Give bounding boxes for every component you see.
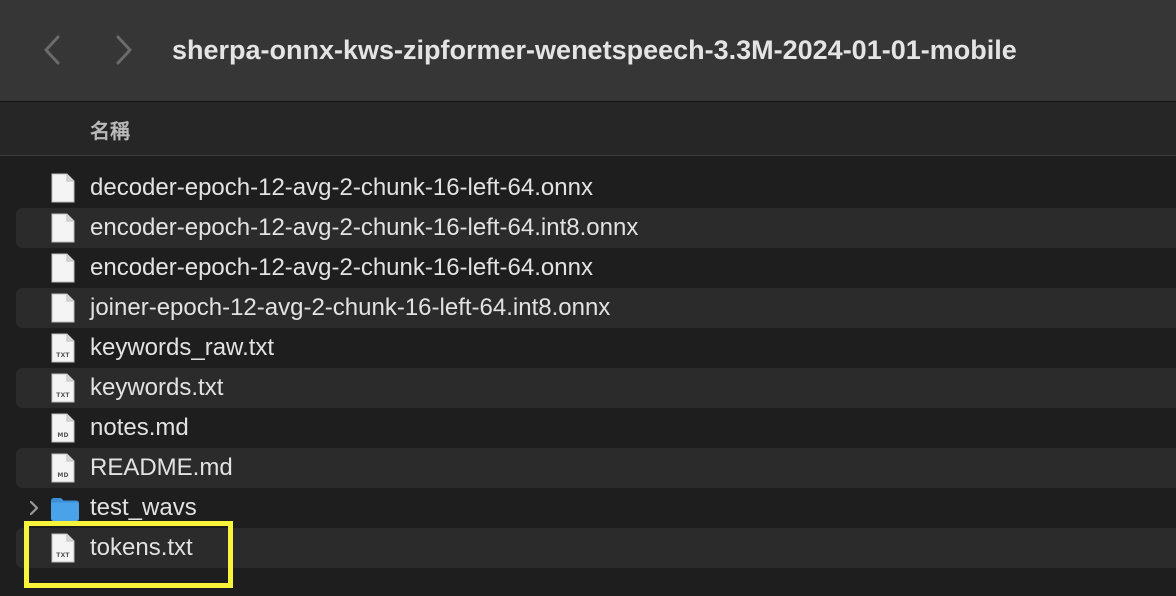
document-icon xyxy=(50,173,76,203)
file-row[interactable]: TXT tokens.txt xyxy=(16,528,1176,568)
file-name: README.md xyxy=(90,454,233,481)
window-title: sherpa-onnx-kws-zipformer-wenetspeech-3.… xyxy=(172,35,1017,65)
file-row[interactable]: MD notes.md xyxy=(16,408,1176,448)
document-icon: TXT xyxy=(50,533,76,563)
file-row[interactable]: MD README.md xyxy=(16,448,1176,488)
document-icon xyxy=(50,293,76,323)
file-row[interactable]: decoder-epoch-12-avg-2-chunk-16-left-64.… xyxy=(16,168,1176,208)
file-row[interactable]: TXT keywords.txt xyxy=(16,368,1176,408)
back-button[interactable] xyxy=(32,28,72,72)
document-icon xyxy=(50,213,76,243)
file-list: decoder-epoch-12-avg-2-chunk-16-left-64.… xyxy=(0,168,1176,568)
document-icon: MD xyxy=(50,413,76,443)
document-icon: TXT xyxy=(50,373,76,403)
file-name: notes.md xyxy=(90,414,189,441)
file-name: joiner-epoch-12-avg-2-chunk-16-left-64.i… xyxy=(90,294,611,321)
file-name: decoder-epoch-12-avg-2-chunk-16-left-64.… xyxy=(90,174,593,201)
file-row[interactable]: encoder-epoch-12-avg-2-chunk-16-left-64.… xyxy=(16,248,1176,288)
file-name: tokens.txt xyxy=(90,534,193,561)
chevron-left-icon xyxy=(44,35,60,65)
file-type-badge: MD xyxy=(57,472,69,479)
column-header-bar: 名稱 xyxy=(0,102,1176,156)
document-icon: MD xyxy=(50,453,76,483)
finder-window: sherpa-onnx-kws-zipformer-wenetspeech-3.… xyxy=(0,0,1176,596)
folder-icon xyxy=(50,493,79,523)
folder-row[interactable]: test_wavs xyxy=(16,488,1176,528)
file-row[interactable]: encoder-epoch-12-avg-2-chunk-16-left-64.… xyxy=(16,208,1176,248)
file-row[interactable]: joiner-epoch-12-avg-2-chunk-16-left-64.i… xyxy=(16,288,1176,328)
file-name: encoder-epoch-12-avg-2-chunk-16-left-64.… xyxy=(90,254,593,281)
file-type-badge: TXT xyxy=(56,552,70,559)
disclosure-triangle-icon[interactable] xyxy=(26,498,42,518)
file-name: encoder-epoch-12-avg-2-chunk-16-left-64.… xyxy=(90,214,639,241)
file-name: keywords.txt xyxy=(90,374,224,401)
file-type-badge: TXT xyxy=(56,392,70,399)
forward-button[interactable] xyxy=(104,28,144,72)
file-row[interactable]: TXT keywords_raw.txt xyxy=(16,328,1176,368)
document-icon: TXT xyxy=(50,333,76,363)
chevron-right-icon xyxy=(116,35,132,65)
toolbar: sherpa-onnx-kws-zipformer-wenetspeech-3.… xyxy=(0,0,1176,102)
file-name: test_wavs xyxy=(90,494,197,521)
column-header-name[interactable]: 名稱 xyxy=(90,115,130,144)
file-type-badge: TXT xyxy=(56,352,70,359)
file-type-badge: MD xyxy=(57,432,69,439)
file-name: keywords_raw.txt xyxy=(90,334,275,361)
document-icon xyxy=(50,253,76,283)
